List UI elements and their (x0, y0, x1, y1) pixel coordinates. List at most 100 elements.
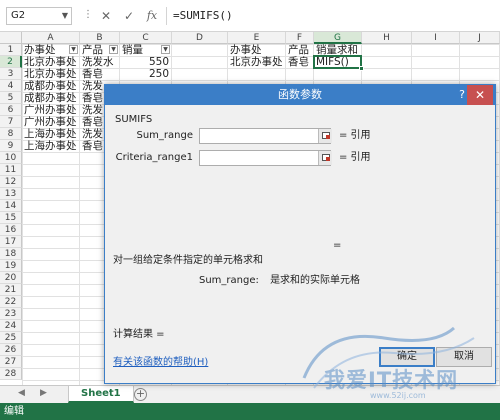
filter-dropdown-icon[interactable]: ▼ (161, 45, 170, 54)
row-header-2[interactable]: 2 (0, 56, 22, 68)
argument-name: Sum_range: (199, 275, 259, 286)
row-header-6[interactable]: 6 (0, 104, 22, 116)
help-icon[interactable]: ? (459, 88, 465, 101)
active-cell-border[interactable] (313, 55, 364, 71)
scroll-right-icon[interactable]: ▶ (40, 388, 47, 398)
row-header-10[interactable]: 10 (0, 152, 22, 164)
argument-description-text: 是求和的实际单元格 (270, 275, 361, 286)
row-header-21[interactable]: 21 (0, 284, 22, 296)
cell-a2[interactable]: 北京办事处 (22, 56, 80, 68)
cell-f2[interactable]: 香皂 (286, 56, 314, 68)
arg-row-criteria-range1: Criteria_range1 = 引用 (111, 150, 491, 166)
column-header-f[interactable]: F (286, 32, 314, 44)
cell-e2[interactable]: 北京办事处 (228, 56, 286, 68)
help-link[interactable]: 有关该函数的帮助(H) (113, 353, 208, 368)
name-box-value: G2 (11, 10, 26, 21)
column-header-g[interactable]: G (314, 32, 362, 44)
row-header-3[interactable]: 3 (0, 68, 22, 80)
watermark-logo: 我爱IT技术网 www.52ij.com (284, 318, 494, 408)
filter-dropdown-icon[interactable]: ▼ (109, 45, 118, 54)
row-header-22[interactable]: 22 (0, 296, 22, 308)
cell-c3[interactable]: 250 (120, 68, 172, 80)
dialog-title: 函数参数 (278, 88, 322, 101)
arg-result: = 引用 (339, 130, 371, 141)
arg-result: = 引用 (339, 152, 371, 163)
arg-label: Sum_range (136, 130, 193, 141)
cell-b3[interactable]: 香皂 (80, 68, 120, 80)
row-header-11[interactable]: 11 (0, 164, 22, 176)
filter-dropdown-icon[interactable]: ▼ (69, 45, 78, 54)
column-header-h[interactable]: H (362, 32, 412, 44)
column-header-a[interactable]: A (22, 32, 80, 44)
function-name: SUMIFS (115, 114, 153, 125)
row-header-25[interactable]: 25 (0, 332, 22, 344)
sum-range-input[interactable] (199, 128, 331, 144)
row-header-7[interactable]: 7 (0, 116, 22, 128)
function-group: SUMIFS Sum_range = 引用 Criteria_range1 = … (111, 112, 491, 322)
cell-a7[interactable]: 广州办事处 (22, 116, 80, 128)
function-result-equals: = (333, 240, 342, 251)
criteria-range1-input[interactable] (199, 150, 331, 166)
drag-handle-icon[interactable]: ⋮ (83, 9, 93, 20)
row-header-20[interactable]: 20 (0, 272, 22, 284)
row-header-28[interactable]: 28 (0, 368, 22, 380)
column-header-e[interactable]: E (228, 32, 286, 44)
row-header-15[interactable]: 15 (0, 212, 22, 224)
cell-f1[interactable]: 产品 (286, 44, 314, 56)
insert-function-icon[interactable]: fx (144, 8, 160, 24)
row-header-1[interactable]: 1 (0, 44, 22, 56)
column-header-c[interactable]: C (120, 32, 172, 44)
row-header-5[interactable]: 5 (0, 92, 22, 104)
row-header-24[interactable]: 24 (0, 320, 22, 332)
sheet-tab-sheet1[interactable]: Sheet1 (68, 386, 134, 403)
cell-a5[interactable]: 成都办事处 (22, 92, 80, 104)
row-header-8[interactable]: 8 (0, 128, 22, 140)
name-box[interactable]: G2 ▼ (6, 7, 72, 25)
fill-handle[interactable] (359, 66, 364, 71)
formula-bar: G2 ▼ ⋮ ✕ ✓ fx =SUMIFS() (0, 0, 500, 32)
row-header-14[interactable]: 14 (0, 200, 22, 212)
cell-a4[interactable]: 成都办事处 (22, 80, 80, 92)
cancel-formula-icon[interactable]: ✕ (98, 8, 114, 24)
cell-a6[interactable]: 广州办事处 (22, 104, 80, 116)
argument-description: Sum_range: 是求和的实际单元格 (199, 271, 360, 286)
watermark-url: www.52ij.com (370, 391, 426, 400)
row-header-23[interactable]: 23 (0, 308, 22, 320)
cell-a8[interactable]: 上海办事处 (22, 128, 80, 140)
column-header-j[interactable]: J (460, 32, 500, 44)
row-header-12[interactable]: 12 (0, 176, 22, 188)
row-header-9[interactable]: 9 (0, 140, 22, 152)
close-icon[interactable]: ✕ (467, 85, 493, 105)
cell-b2[interactable]: 洗发水 (80, 56, 120, 68)
formula-input[interactable]: =SUMIFS() (166, 7, 496, 25)
row-header-18[interactable]: 18 (0, 248, 22, 260)
cell-a9[interactable]: 上海办事处 (22, 140, 80, 152)
select-all-corner[interactable] (0, 32, 22, 44)
function-description: 对一组给定条件指定的单元格求和 (113, 255, 263, 266)
row-header-16[interactable]: 16 (0, 224, 22, 236)
row-header-4[interactable]: 4 (0, 80, 22, 92)
confirm-formula-icon[interactable]: ✓ (121, 8, 137, 24)
cell-e1[interactable]: 办事处 (228, 44, 286, 56)
calculation-result: 计算结果 = (113, 329, 165, 340)
row-header-17[interactable]: 17 (0, 236, 22, 248)
chevron-down-icon[interactable]: ▼ (62, 11, 68, 20)
status-mode: 编辑 (4, 406, 24, 417)
dialog-titlebar[interactable]: 函数参数 (105, 85, 495, 105)
arg-label: Criteria_range1 (115, 152, 193, 163)
row-header-19[interactable]: 19 (0, 260, 22, 272)
column-header-d[interactable]: D (172, 32, 228, 44)
row-header-13[interactable]: 13 (0, 188, 22, 200)
row-header-27[interactable]: 27 (0, 356, 22, 368)
column-header-i[interactable]: I (412, 32, 460, 44)
add-sheet-icon[interactable]: + (134, 388, 147, 401)
scroll-left-icon[interactable]: ◀ (18, 388, 25, 398)
column-header-b[interactable]: B (80, 32, 120, 44)
row-header-26[interactable]: 26 (0, 344, 22, 356)
arg-row-sum-range: Sum_range = 引用 (111, 128, 491, 144)
watermark-text: 我爱IT技术网 (324, 368, 459, 392)
cell-c2[interactable]: 550 (120, 56, 172, 68)
collapse-dialog-icon[interactable] (318, 151, 332, 165)
cell-a3[interactable]: 北京办事处 (22, 68, 80, 80)
collapse-dialog-icon[interactable] (318, 129, 332, 143)
